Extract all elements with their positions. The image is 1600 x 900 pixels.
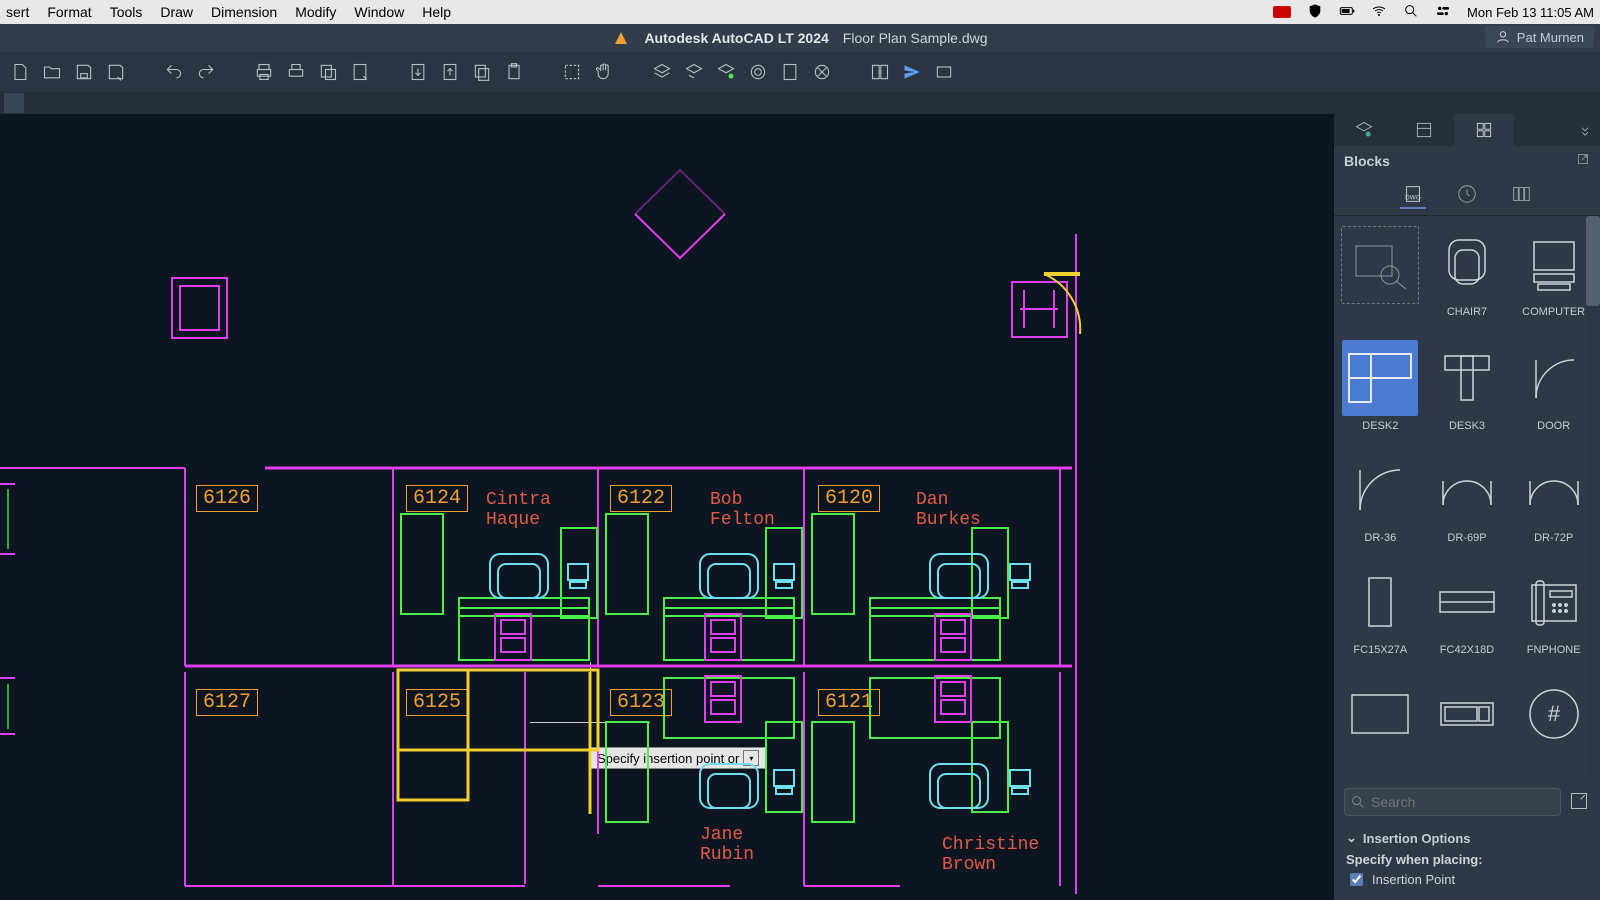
- block-item-computer[interactable]: COMPUTER: [1513, 226, 1594, 330]
- palette-tab-blocks[interactable]: [1454, 114, 1514, 146]
- blocks-scrollbar[interactable]: [1586, 216, 1600, 782]
- palette-tab-properties[interactable]: [1394, 114, 1454, 146]
- user-name: Pat Murnen: [1517, 30, 1584, 45]
- layermanage-button[interactable]: [746, 60, 770, 84]
- svg-text:#: #: [1548, 701, 1561, 726]
- window-titlebar: Autodesk AutoCAD LT 2024 Floor Plan Samp…: [0, 24, 1600, 52]
- blocks-grid: CHAIR7 COMPUTER DESK2 DESK3 DOOR DR-36: [1334, 216, 1600, 782]
- file-name: Floor Plan Sample.dwg: [843, 30, 988, 46]
- search-icon: [1350, 794, 1366, 810]
- block-item-desk3[interactable]: DESK3: [1427, 340, 1508, 442]
- redo-button[interactable]: [194, 60, 218, 84]
- app-icon: [612, 29, 630, 47]
- blocks-mode-icon[interactable]: [1569, 791, 1589, 814]
- palette-tabs: [1334, 114, 1600, 146]
- insertion-point-label: Insertion Point: [1372, 872, 1455, 887]
- block-item-dr69p[interactable]: DR-69P: [1427, 452, 1508, 554]
- block-item-insert-slot[interactable]: [1340, 226, 1421, 330]
- block-item-fc15[interactable]: FC15X27A: [1340, 564, 1421, 666]
- mac-menubar: sert Format Tools Draw Dimension Modify …: [0, 0, 1600, 24]
- layeriso-button[interactable]: [682, 60, 706, 84]
- block-item-fc42[interactable]: FC42X18D: [1427, 564, 1508, 666]
- chevron-down-icon[interactable]: ⌄: [1346, 830, 1357, 846]
- insertion-options: ⌄ Insertion Options Specify when placing…: [1334, 822, 1600, 900]
- layers-button[interactable]: [650, 60, 674, 84]
- block-item-dr72p[interactable]: DR-72P: [1513, 452, 1594, 554]
- pagesetup-button[interactable]: [348, 60, 372, 84]
- block-item-dr36[interactable]: DR-36: [1340, 452, 1421, 554]
- new-button[interactable]: [8, 60, 32, 84]
- import-button[interactable]: [406, 60, 430, 84]
- menu-window[interactable]: Window: [354, 4, 404, 20]
- blocks-search-row: [1334, 782, 1600, 822]
- panel-popout-icon[interactable]: [1576, 152, 1590, 169]
- block-item-fnphone[interactable]: FNPHONE: [1513, 564, 1594, 666]
- save-button[interactable]: [72, 60, 96, 84]
- palette-overflow[interactable]: [1570, 114, 1600, 146]
- document-tab-row: [0, 92, 1600, 114]
- tray-rec-icon[interactable]: [1273, 6, 1291, 18]
- document-tab[interactable]: [4, 93, 24, 113]
- menu-help[interactable]: Help: [422, 4, 451, 20]
- app-title: Autodesk AutoCAD LT 2024: [644, 30, 828, 46]
- pan-button[interactable]: [592, 60, 616, 84]
- copy-button[interactable]: [470, 60, 494, 84]
- floorplan-svg: [0, 114, 1334, 900]
- saveas-button[interactable]: [104, 60, 128, 84]
- blocks-tab-recent[interactable]: [1454, 181, 1480, 209]
- menu-insert[interactable]: sert: [6, 4, 29, 20]
- tray-control-icon[interactable]: [1435, 3, 1451, 22]
- specify-label: Specify when placing:: [1346, 852, 1588, 867]
- share-button[interactable]: [900, 60, 924, 84]
- options-section-title: Insertion Options: [1363, 831, 1471, 846]
- palette-tab-layers[interactable]: [1334, 114, 1394, 146]
- tray-battery-icon[interactable]: [1339, 3, 1355, 22]
- paste-button[interactable]: [502, 60, 526, 84]
- block-item-hash[interactable]: #: [1513, 676, 1594, 778]
- drawing-canvas[interactable]: 61266124612261206127612561236121 Cintra …: [0, 114, 1334, 900]
- insertion-point-checkbox[interactable]: [1350, 873, 1363, 886]
- hatch-button[interactable]: [810, 60, 834, 84]
- open-button[interactable]: [40, 60, 64, 84]
- panel-title-text: Blocks: [1344, 153, 1390, 169]
- block-item-chair7[interactable]: CHAIR7: [1427, 226, 1508, 330]
- user-badge[interactable]: Pat Murnen: [1485, 26, 1594, 48]
- main-toolbar: [0, 52, 1600, 92]
- block-item-rect[interactable]: [1340, 676, 1421, 778]
- blocks-panel: Blocks DWG CHAIR7 COMPUTER DESK2: [1334, 114, 1600, 900]
- blocks-tab-library[interactable]: [1508, 181, 1534, 209]
- plot-button[interactable]: [284, 60, 308, 84]
- undo-button[interactable]: [162, 60, 186, 84]
- menu-modify[interactable]: Modify: [295, 4, 336, 20]
- layout-button[interactable]: [316, 60, 340, 84]
- layerfreeze-button[interactable]: [714, 60, 738, 84]
- blocks-subtabs: DWG: [1334, 175, 1600, 216]
- block-item-desk2[interactable]: DESK2: [1340, 340, 1421, 442]
- block-item-kb[interactable]: [1427, 676, 1508, 778]
- export-button[interactable]: [438, 60, 462, 84]
- svg-text:DWG: DWG: [1405, 195, 1421, 202]
- blocks-search-input[interactable]: [1344, 788, 1561, 816]
- design-button[interactable]: [778, 60, 802, 84]
- compare-button[interactable]: [868, 60, 892, 84]
- tray-spotlight-icon[interactable]: [1403, 3, 1419, 22]
- select-button[interactable]: [560, 60, 584, 84]
- menu-dimension[interactable]: Dimension: [211, 4, 277, 20]
- print-button[interactable]: [252, 60, 276, 84]
- user-icon: [1495, 29, 1511, 45]
- blocks-tab-current[interactable]: DWG: [1400, 181, 1426, 209]
- menu-tools[interactable]: Tools: [110, 4, 143, 20]
- tray-shield-icon[interactable]: [1307, 3, 1323, 22]
- tray-clock[interactable]: Mon Feb 13 11:05 AM: [1467, 5, 1594, 20]
- view-button[interactable]: [932, 60, 956, 84]
- tray-wifi-icon[interactable]: [1371, 3, 1387, 22]
- menu-format[interactable]: Format: [47, 4, 91, 20]
- block-item-door[interactable]: DOOR: [1513, 340, 1594, 442]
- menu-draw[interactable]: Draw: [160, 4, 193, 20]
